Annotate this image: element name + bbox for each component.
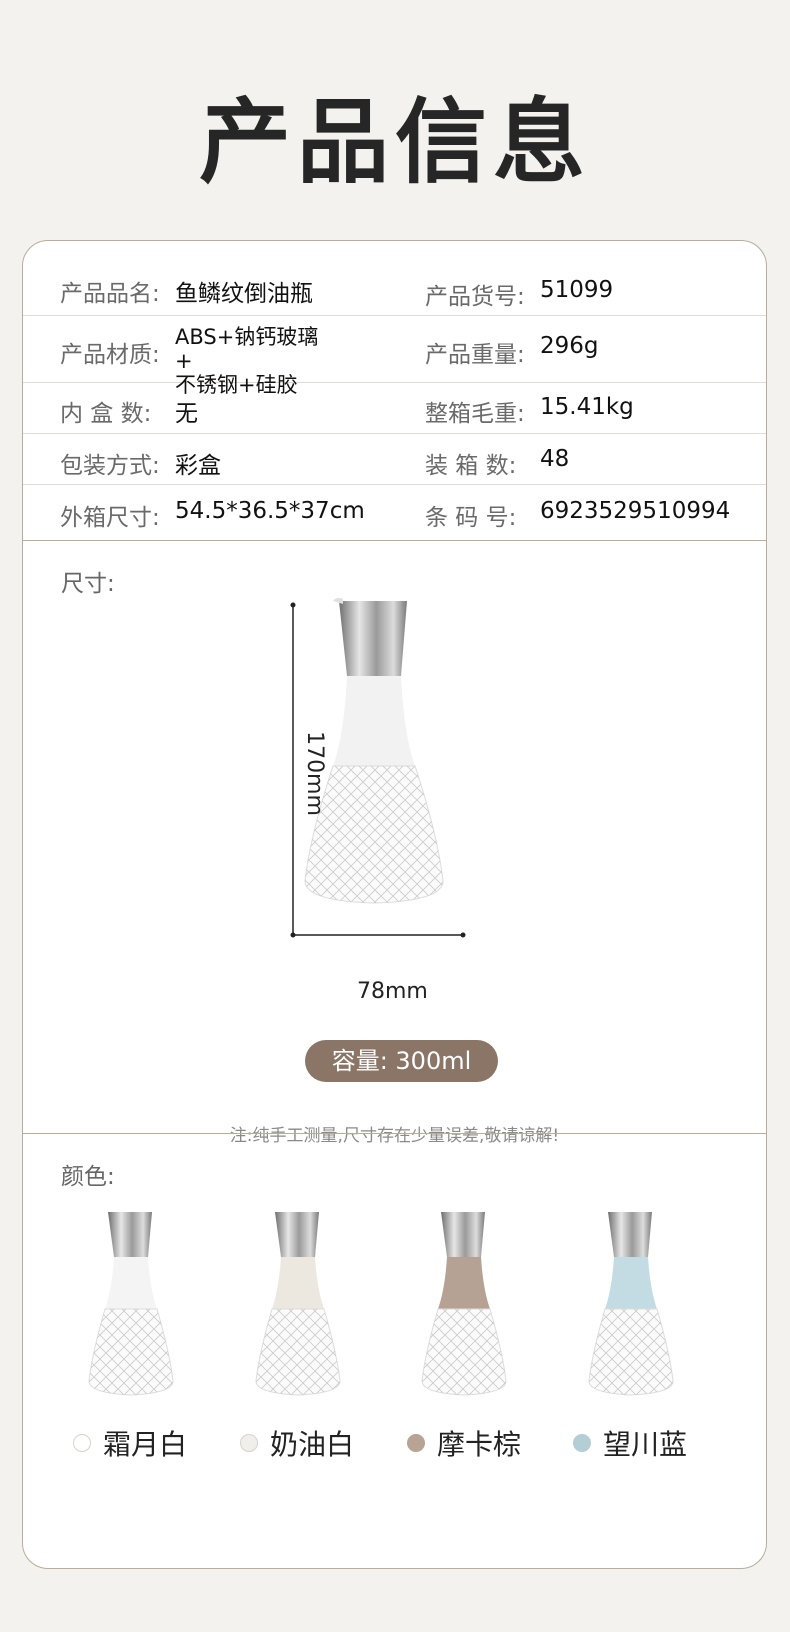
page-title: 产品信息 bbox=[198, 89, 591, 196]
capacity-badge: 容量: 300ml bbox=[305, 1040, 498, 1082]
color-name: 望川蓝 bbox=[603, 1428, 688, 1461]
color-option-cream-white: 奶油白 bbox=[240, 1425, 354, 1461]
height-dimension-label: 170mm bbox=[301, 731, 327, 816]
bottle-variant-image bbox=[421, 1212, 507, 1396]
color-section-label: 颜色: bbox=[61, 1164, 115, 1190]
product-info-card: 产品品名: 鱼鳞纹倒油瓶 产品货号: 51099 产品材质: ABS+钠钙玻璃+… bbox=[22, 240, 767, 1569]
color-swatch bbox=[407, 1434, 425, 1452]
color-option-river-blue: 望川蓝 bbox=[573, 1425, 687, 1461]
color-option-frost-white: 霜月白 bbox=[73, 1425, 187, 1461]
color-swatch bbox=[73, 1434, 91, 1452]
color-name: 霜月白 bbox=[103, 1428, 188, 1461]
bottle-variant-image bbox=[588, 1212, 674, 1396]
color-swatch bbox=[573, 1434, 591, 1452]
width-dimension-label: 78mm bbox=[357, 979, 428, 1004]
color-option-mocha-brown: 摩卡棕 bbox=[407, 1425, 521, 1461]
color-swatch bbox=[240, 1434, 258, 1452]
color-name: 摩卡棕 bbox=[437, 1428, 522, 1461]
section-divider bbox=[23, 1133, 766, 1134]
bottle-variant-image bbox=[88, 1212, 174, 1396]
color-name: 奶油白 bbox=[270, 1428, 355, 1461]
bottle-variant-image bbox=[255, 1212, 341, 1396]
